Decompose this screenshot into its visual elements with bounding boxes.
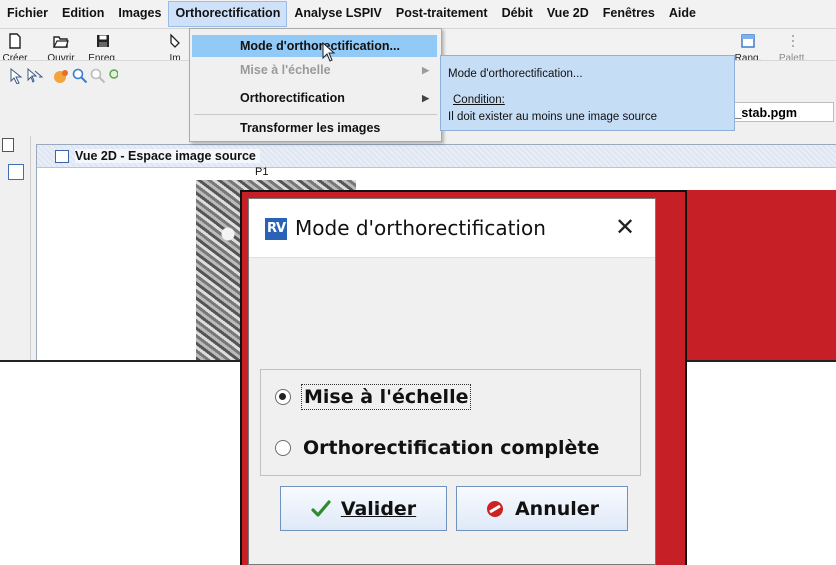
submenu-arrow-icon: ▶ xyxy=(422,65,429,75)
menu-item-transformer-images[interactable]: Transformer les images xyxy=(192,117,437,139)
panel-toggle-icon[interactable] xyxy=(2,138,14,152)
current-file-field[interactable]: l_stab.pgm xyxy=(726,102,834,122)
validate-label: Valider xyxy=(340,497,417,520)
vue-2d-title: Vue 2D - Espace image source xyxy=(75,149,260,163)
dialog-titlebar[interactable]: RV Mode d'orthorectification ✕ xyxy=(249,199,655,257)
menu-fenetres[interactable]: Fenêtres xyxy=(596,1,662,27)
left-panel-strip xyxy=(0,136,31,360)
menu-item-label: Mise à l'échelle xyxy=(240,63,331,77)
option-mise-a-echelle[interactable]: Mise à l'échelle xyxy=(275,384,472,410)
menu-orthorectification[interactable]: Orthorectification xyxy=(168,1,288,27)
validate-button[interactable]: Valider xyxy=(280,486,447,531)
cancel-label: Annuler xyxy=(514,497,600,520)
floppy-disk-icon xyxy=(97,35,109,47)
multi-select-icon[interactable] xyxy=(26,68,44,84)
panel-window-icon[interactable] xyxy=(8,164,24,180)
point-label-p1: P1 xyxy=(255,166,269,178)
vue-2d-titlebar[interactable]: Vue 2D - Espace image source xyxy=(37,145,836,168)
menu-edition[interactable]: Edition xyxy=(55,1,111,27)
option-label: Orthorectification complète xyxy=(303,437,600,459)
palette-grip-icon xyxy=(792,35,794,47)
orthorectification-mode-dialog: RV Mode d'orthorectification ✕ Mise à l'… xyxy=(248,198,656,565)
menu-aide[interactable]: Aide xyxy=(662,1,703,27)
submenu-arrow-icon: ▶ xyxy=(422,93,429,103)
menu-item-label: Orthorectification xyxy=(240,91,345,105)
menu-images[interactable]: Images xyxy=(111,1,168,27)
menu-tooltip: Mode d'orthorectification... Condition: … xyxy=(440,55,735,131)
zoom-icon[interactable] xyxy=(72,68,88,84)
dialog-title: Mode d'orthorectification xyxy=(295,216,546,240)
cancel-button[interactable]: Annuler xyxy=(456,486,628,531)
image-icon xyxy=(170,33,180,48)
mouse-cursor-icon xyxy=(322,42,336,62)
menu-vue-2d[interactable]: Vue 2D xyxy=(540,1,596,27)
close-icon[interactable]: ✕ xyxy=(615,213,635,241)
tooltip-title: Mode d'orthorectification... xyxy=(448,68,583,80)
titlebar-divider xyxy=(249,257,655,258)
menu-bar: Fichier Edition Images Orthorectificatio… xyxy=(0,0,836,28)
menu-item-orthorectification[interactable]: Orthorectification ▶ xyxy=(192,87,437,109)
menu-separator xyxy=(194,114,437,115)
zoom-fit-icon[interactable] xyxy=(108,68,118,84)
menu-debit[interactable]: Débit xyxy=(495,1,540,27)
hand-pan-icon[interactable] xyxy=(52,68,70,84)
radio-button-selected[interactable] xyxy=(275,389,291,405)
menu-item-mode-orthorectification[interactable]: Mode d'orthorectification... xyxy=(192,35,437,57)
checkmark-icon xyxy=(311,499,331,517)
mode-options-panel: Mise à l'échelle Orthorectification comp… xyxy=(260,369,641,476)
menu-item-label: Transformer les images xyxy=(240,121,381,135)
open-folder-icon xyxy=(53,36,69,48)
app-logo-icon: RV xyxy=(265,218,287,240)
window-icon xyxy=(741,34,755,48)
radio-button[interactable] xyxy=(275,440,291,456)
tooltip-condition-text: Il doit exister au moins une image sourc… xyxy=(448,111,658,123)
red-background-region xyxy=(686,190,836,360)
option-orthorectification-complete[interactable]: Orthorectification complète xyxy=(275,436,601,460)
new-file-icon xyxy=(9,33,21,49)
select-arrow-icon[interactable] xyxy=(8,68,24,84)
menu-item-label: Mode d'orthorectification... xyxy=(240,39,400,53)
zoom-out-icon[interactable] xyxy=(90,68,106,84)
menu-analyse-lspiv[interactable]: Analyse LSPIV xyxy=(287,1,389,27)
tooltip-condition-label: Condition: xyxy=(453,94,505,106)
window-icon xyxy=(55,149,69,163)
option-label: Mise à l'échelle xyxy=(301,384,472,410)
menu-item-mise-a-echelle: Mise à l'échelle ▶ xyxy=(192,59,437,81)
menu-post-traitement[interactable]: Post-traitement xyxy=(389,1,495,27)
menu-fichier[interactable]: Fichier xyxy=(0,1,55,27)
cancel-circle-icon xyxy=(486,500,503,517)
orthorectification-dropdown-menu: Mode d'orthorectification... Mise à l'éc… xyxy=(189,28,442,142)
